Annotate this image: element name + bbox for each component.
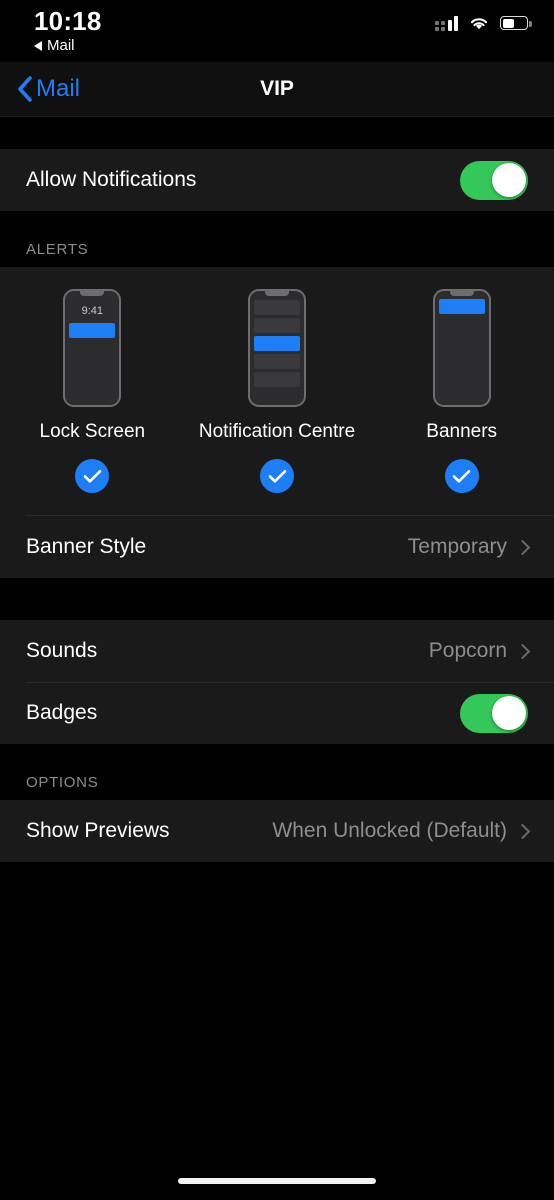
mockup-notification-bar bbox=[69, 323, 116, 338]
sounds-right: Popcorn bbox=[428, 639, 531, 663]
signal-dot-group bbox=[434, 20, 439, 31]
status-bar-clock: 10:18 bbox=[34, 6, 102, 36]
toggle-knob bbox=[491, 696, 526, 730]
banner-style-right: Temporary bbox=[407, 535, 531, 559]
allow-notifications-toggle[interactable] bbox=[460, 160, 528, 200]
return-app-label: Mail bbox=[47, 37, 75, 54]
banner-style-value: Temporary bbox=[407, 535, 507, 558]
battery-icon bbox=[500, 16, 532, 30]
alert-label-lock-screen: Lock Screen bbox=[39, 421, 146, 442]
sounds-badges-group: Sounds Popcorn Badges bbox=[0, 620, 554, 744]
chevron-right-icon bbox=[514, 823, 531, 839]
banner-style-label: Banner Style bbox=[26, 535, 147, 558]
check-icon bbox=[452, 469, 471, 483]
back-triangle-icon bbox=[34, 40, 42, 51]
home-indicator[interactable] bbox=[178, 1178, 376, 1184]
notch-icon bbox=[80, 291, 105, 296]
alerts-grid: 9:41 Lock Screen Notification Centre Ban… bbox=[0, 289, 554, 493]
alert-label-banners: Banners bbox=[426, 421, 498, 442]
wifi-icon bbox=[468, 15, 490, 31]
alert-option-notification-centre[interactable]: Notification Centre bbox=[185, 289, 370, 493]
alert-label-notification-centre: Notification Centre bbox=[198, 421, 356, 442]
row-allow-notifications[interactable]: Allow Notifications bbox=[0, 149, 554, 211]
alerts-panel: 9:41 Lock Screen Notification Centre Ban… bbox=[0, 267, 554, 578]
notification-centre-phone-mockup bbox=[248, 289, 306, 407]
status-bar-left: 10:18 Mail bbox=[26, 8, 102, 54]
show-previews-right: When Unlocked (Default) bbox=[272, 819, 531, 843]
checkmark-notification-centre[interactable] bbox=[260, 459, 294, 493]
check-icon bbox=[83, 469, 102, 483]
check-icon bbox=[268, 469, 286, 483]
options-section-header: OPTIONS bbox=[0, 744, 554, 800]
chevron-left-icon bbox=[18, 76, 32, 102]
mockup-time: 9:41 bbox=[81, 305, 104, 317]
return-to-mail-button[interactable]: Mail bbox=[34, 37, 75, 54]
allow-notifications-group: Allow Notifications bbox=[0, 149, 554, 211]
cellular-signal-icon bbox=[434, 15, 458, 31]
row-badges[interactable]: Badges bbox=[0, 682, 554, 744]
show-previews-label: Show Previews bbox=[26, 819, 170, 842]
badges-toggle[interactable] bbox=[460, 693, 528, 733]
spacer-top bbox=[0, 117, 554, 149]
notch-icon bbox=[265, 291, 289, 296]
phone-screen: 10:18 Mail Mail VIP Allow Notifications … bbox=[0, 0, 554, 1200]
row-show-previews[interactable]: Show Previews When Unlocked (Default) bbox=[0, 800, 554, 862]
spacer-sounds bbox=[0, 578, 554, 620]
show-previews-value: When Unlocked (Default) bbox=[272, 819, 507, 842]
mockup-notification-bar bbox=[438, 299, 485, 314]
row-sounds[interactable]: Sounds Popcorn bbox=[0, 620, 554, 682]
notch-icon bbox=[449, 291, 474, 296]
banners-phone-mockup bbox=[432, 289, 491, 407]
mockup-notification-bar bbox=[254, 336, 300, 351]
alerts-bottom-spacer bbox=[0, 493, 554, 515]
back-button[interactable]: Mail bbox=[16, 75, 80, 103]
allow-notifications-label: Allow Notifications bbox=[26, 168, 197, 191]
sounds-label: Sounds bbox=[26, 639, 98, 662]
sounds-value: Popcorn bbox=[428, 639, 507, 662]
status-bar: 10:18 Mail bbox=[0, 0, 554, 62]
chevron-right-icon bbox=[514, 539, 531, 555]
back-button-label: Mail bbox=[36, 75, 81, 102]
alert-option-banners[interactable]: Banners bbox=[369, 289, 554, 493]
lock-screen-phone-mockup: 9:41 bbox=[63, 289, 122, 407]
checkmark-lock-screen[interactable] bbox=[75, 459, 110, 493]
navigation-bar: Mail VIP bbox=[0, 62, 554, 117]
alert-option-lock-screen[interactable]: 9:41 Lock Screen bbox=[0, 289, 185, 493]
mockup-notification-stack bbox=[250, 291, 304, 387]
row-banner-style[interactable]: Banner Style Temporary bbox=[0, 516, 554, 578]
chevron-right-icon bbox=[514, 643, 531, 659]
alerts-section-header: ALERTS bbox=[0, 211, 554, 267]
toggle-knob bbox=[491, 163, 526, 197]
signal-dot-group-2 bbox=[441, 20, 445, 31]
badges-label: Badges bbox=[26, 701, 98, 724]
page-title: VIP bbox=[260, 77, 294, 100]
status-bar-right bbox=[434, 8, 532, 31]
checkmark-banners[interactable] bbox=[444, 459, 479, 493]
options-group: Show Previews When Unlocked (Default) bbox=[0, 800, 554, 862]
